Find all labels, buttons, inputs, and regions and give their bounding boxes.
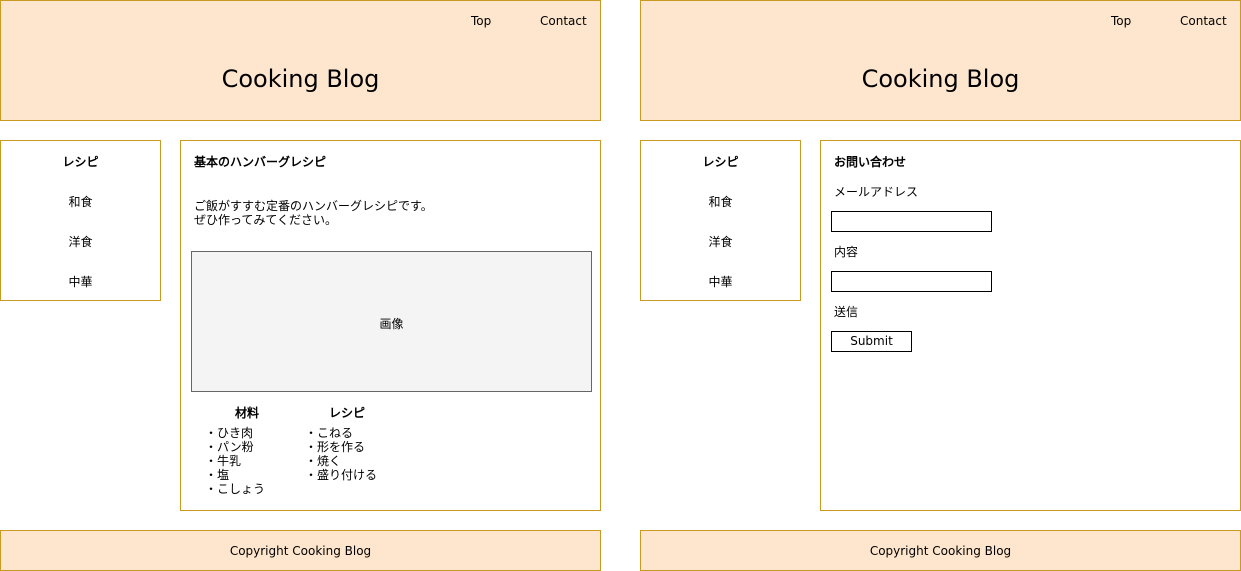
sidebar-item-washoku[interactable]: 和食 bbox=[1, 193, 160, 210]
list-item: ・盛り付ける bbox=[305, 468, 378, 482]
sidebar-item-chuka[interactable]: 中華 bbox=[1, 273, 160, 290]
nav-contact-link[interactable]: Contact bbox=[1180, 14, 1227, 28]
footer-copyright: Copyright Cooking Blog bbox=[869, 544, 1012, 558]
content-label: 内容 bbox=[834, 245, 859, 259]
site-header: Top Contact Cooking Blog bbox=[640, 0, 1241, 121]
send-label: 送信 bbox=[834, 305, 859, 319]
steps-list: ・こねる ・形を作る ・焼く ・盛り付ける bbox=[305, 426, 377, 482]
email-field[interactable] bbox=[831, 211, 992, 232]
recipe-title: 基本のハンバーグレシピ bbox=[194, 155, 327, 169]
email-label: メールアドレス bbox=[834, 185, 919, 199]
site-header: Top Contact Cooking Blog bbox=[0, 0, 601, 121]
sidebar-heading: レシピ bbox=[62, 155, 99, 169]
contact-main-content: お問い合わせ メールアドレス 内容 送信 Submit bbox=[820, 140, 1241, 511]
ingredients-heading: 材料 bbox=[235, 406, 260, 420]
sidebar-heading: レシピ bbox=[702, 155, 739, 169]
list-item: ・塩 bbox=[205, 468, 230, 482]
sidebar-item-washoku[interactable]: 和食 bbox=[641, 193, 800, 210]
contact-title: お問い合わせ bbox=[834, 155, 907, 169]
recipe-intro-line-2: ぜひ作ってみてください。 bbox=[194, 213, 338, 227]
site-title: Cooking Blog bbox=[221, 65, 380, 93]
sidebar: レシピ 和食 洋食 中華 bbox=[640, 140, 801, 301]
site-footer: Copyright Cooking Blog bbox=[0, 530, 601, 571]
sidebar: レシピ 和食 洋食 中華 bbox=[0, 140, 161, 301]
ingredients-list: ・ひき肉 ・パン粉 ・牛乳 ・塩 ・こしょう bbox=[205, 426, 265, 496]
nav-contact-link[interactable]: Contact bbox=[540, 14, 587, 28]
image-placeholder-label: 画像 bbox=[379, 317, 404, 331]
list-item: ・ひき肉 bbox=[205, 426, 254, 440]
recipe-main-content: 基本のハンバーグレシピ ご飯がすすむ定番のハンバーグレシピです。 ぜひ作ってみて… bbox=[180, 140, 601, 511]
list-item: ・牛乳 bbox=[205, 454, 242, 468]
contact-page-wireframe: Top Contact Cooking Blog レシピ 和食 洋食 中華 お問… bbox=[640, 0, 1241, 571]
nav-top-link[interactable]: Top bbox=[471, 14, 491, 28]
sidebar-item-yoshoku[interactable]: 洋食 bbox=[641, 233, 800, 250]
recipe-image-placeholder: 画像 bbox=[191, 251, 592, 392]
steps-heading: レシピ bbox=[329, 406, 366, 420]
content-field[interactable] bbox=[831, 271, 992, 292]
list-item: ・パン粉 bbox=[205, 440, 254, 454]
recipe-page-wireframe: Top Contact Cooking Blog レシピ 和食 洋食 中華 基本… bbox=[0, 0, 601, 571]
list-item: ・焼く bbox=[305, 454, 342, 468]
site-footer: Copyright Cooking Blog bbox=[640, 530, 1241, 571]
footer-copyright: Copyright Cooking Blog bbox=[229, 544, 372, 558]
nav-top-link[interactable]: Top bbox=[1111, 14, 1131, 28]
list-item: ・こねる bbox=[305, 426, 354, 440]
list-item: ・こしょう bbox=[205, 482, 266, 496]
sidebar-item-yoshoku[interactable]: 洋食 bbox=[1, 233, 160, 250]
list-item: ・形を作る bbox=[305, 440, 366, 454]
submit-button[interactable]: Submit bbox=[831, 331, 912, 352]
site-title: Cooking Blog bbox=[861, 65, 1020, 93]
sidebar-item-chuka[interactable]: 中華 bbox=[641, 273, 800, 290]
